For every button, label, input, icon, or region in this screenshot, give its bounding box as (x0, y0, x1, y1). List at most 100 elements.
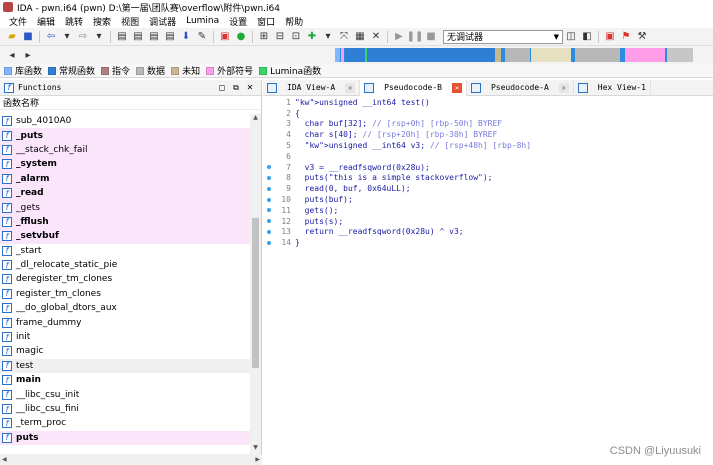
close-icon[interactable]: ✕ (243, 83, 257, 93)
jump-down-icon[interactable]: ⬇ (180, 31, 192, 43)
debugger-select[interactable]: 无调试器 ▼ (443, 29, 563, 44)
function-row[interactable]: f _term_proc (0, 416, 250, 430)
nav-right-icon[interactable]: ▸ (22, 49, 34, 61)
breakpoint-gutter[interactable] (263, 197, 275, 202)
code-line[interactable]: 14} (263, 237, 713, 248)
menu-file[interactable]: 文件 (4, 15, 32, 28)
chevron-down-icon[interactable]: ▾ (61, 31, 73, 43)
struct-icon[interactable]: ⊞ (258, 31, 270, 43)
function-row[interactable]: f _system (0, 157, 250, 172)
scroll-left-icon[interactable]: ◀ (2, 456, 7, 463)
debug-options-icon[interactable]: ◫ (565, 31, 577, 43)
function-row[interactable]: f frame_dummy (0, 315, 250, 329)
code-line[interactable]: 10 puts(buf); (263, 194, 713, 205)
scroll-up-icon[interactable]: ▲ (250, 114, 261, 124)
code-line[interactable]: 13 return __readfsqword(0x28u) ^ v3; (263, 227, 713, 238)
function-row[interactable]: f deregister_tm_clones (0, 272, 250, 286)
breakpoint-gutter[interactable] (263, 186, 275, 191)
function-row[interactable]: f register_tm_clones (0, 287, 250, 301)
attach-icon[interactable]: ▣ (604, 31, 616, 43)
stop-icon[interactable]: ■ (425, 31, 437, 43)
function-row[interactable]: f _gets (0, 200, 250, 215)
breakpoint-gutter[interactable] (263, 175, 275, 180)
text-search-icon[interactable]: ▤ (132, 31, 144, 43)
column-header-function-name[interactable]: 函数名称 (0, 96, 261, 110)
code-line[interactable]: 6 (263, 151, 713, 162)
function-row[interactable]: f test (0, 358, 250, 374)
code-line[interactable]: 8 puts("this is a simple stackoverflow")… (263, 173, 713, 184)
delete-icon[interactable]: ✕ (370, 31, 382, 43)
scroll-right-icon[interactable]: ▶ (255, 456, 260, 463)
immediate-search-icon[interactable]: ▤ (148, 31, 160, 43)
tab-pseudocode-a[interactable]: Pseudocode-A ✕ (467, 79, 574, 96)
tab-ida-view-a[interactable]: IDA View-A ✕ (263, 79, 361, 96)
open-folder-icon[interactable]: ▰ (6, 31, 18, 43)
close-icon[interactable]: ✕ (558, 82, 569, 93)
save-icon[interactable]: ■ (22, 31, 34, 43)
function-row[interactable]: f _alarm (0, 171, 250, 186)
scroll-down-icon[interactable]: ▼ (250, 444, 261, 454)
chevron-down-icon[interactable]: ▾ (322, 31, 334, 43)
function-row[interactable]: f __libc_csu_fini (0, 402, 250, 416)
breakpoint-gutter[interactable] (263, 240, 275, 245)
horizontal-scrollbar[interactable]: ◀ ▶ (0, 454, 262, 465)
function-row[interactable]: f _dl_relocate_static_pie (0, 258, 250, 272)
function-row[interactable]: f _fflush (0, 214, 250, 230)
menu-search[interactable]: 搜索 (88, 15, 116, 28)
menu-edit[interactable]: 编辑 (32, 15, 60, 28)
chevron-down-icon[interactable]: ▾ (93, 31, 105, 43)
function-row[interactable]: f _start (0, 244, 250, 258)
code-line[interactable]: 1 "kw">unsigned __int64 test() (263, 97, 713, 108)
pseudocode-view[interactable]: 1 "kw">unsigned __int64 test() 2{3 char bu… (263, 97, 713, 248)
close-icon[interactable]: ✕ (451, 82, 462, 93)
back-arrow-icon[interactable]: ⇦ (45, 31, 57, 43)
detach-icon[interactable]: ⚒ (636, 31, 648, 43)
code-line[interactable]: 5 "kw">unsigned __int64 v3; // [rsp+48h]… (263, 140, 713, 151)
code-line[interactable]: 4 char s[40]; // [rsp+20h] [rbp-30h] BYR… (263, 129, 713, 140)
search-next-icon[interactable]: ▤ (164, 31, 176, 43)
menu-view[interactable]: 视图 (116, 15, 144, 28)
tab-pseudocode-b[interactable]: Pseudocode-B ✕ (360, 79, 467, 96)
function-row[interactable]: f _puts (0, 128, 250, 143)
code-line[interactable]: 2{ (263, 108, 713, 119)
close-icon[interactable]: ✕ (345, 82, 356, 93)
nav-left-icon[interactable]: ◂ (6, 49, 18, 61)
breakpoint-gutter[interactable] (263, 165, 275, 170)
scroll-thumb[interactable] (252, 218, 259, 368)
enum-icon[interactable]: ⊟ (274, 31, 286, 43)
breakpoint-gutter[interactable] (263, 229, 275, 234)
run-green-icon[interactable]: ● (235, 31, 247, 43)
restore-icon[interactable]: ◻ (215, 83, 229, 93)
function-row[interactable]: f puts (0, 430, 250, 445)
play-icon[interactable]: ▶ (393, 31, 405, 43)
pause-icon[interactable]: ❚❚ (407, 31, 424, 43)
function-row[interactable]: f _setvbuf (0, 229, 250, 244)
forward-arrow-icon[interactable]: ⇨ (77, 31, 89, 43)
menu-jump[interactable]: 跳转 (60, 15, 88, 28)
float-icon[interactable]: ⧉ (229, 83, 243, 93)
binary-search-icon[interactable]: ▤ (116, 31, 128, 43)
function-row[interactable]: f __libc_csu_init (0, 387, 250, 401)
code-line[interactable]: 9 read(0, buf, 0x64uLL); (263, 183, 713, 194)
patch-icon[interactable]: ▦ (354, 31, 366, 43)
function-row[interactable]: f _read (0, 185, 250, 201)
process-icon[interactable]: ⚑ (620, 31, 632, 43)
breakpoint-icon[interactable]: ◧ (581, 31, 593, 43)
function-row[interactable]: f main (0, 373, 250, 387)
code-line[interactable]: 12 puts(s); (263, 216, 713, 227)
breakpoint-gutter[interactable] (263, 208, 275, 213)
code-line[interactable]: 3 char buf[32]; // [rsp+0h] [rbp-50h] BY… (263, 119, 713, 130)
menu-windows[interactable]: 窗口 (252, 15, 280, 28)
menu-help[interactable]: 帮助 (280, 15, 308, 28)
code-line[interactable]: 7 v3 = __readfsqword(0x28u); (263, 162, 713, 173)
menu-options[interactable]: 设置 (224, 15, 252, 28)
function-row[interactable]: f magic (0, 344, 250, 358)
function-row[interactable]: f __do_global_dtors_aux (0, 301, 250, 315)
function-row[interactable]: f __stack_chk_fail (0, 142, 250, 158)
breakpoint-gutter[interactable] (263, 219, 275, 224)
vertical-scrollbar[interactable]: ▲ ▼ (250, 114, 261, 454)
graph-icon[interactable]: ▣ (219, 31, 231, 43)
plugin-icon[interactable]: ✚ (306, 31, 318, 43)
xref-icon[interactable]: ⤧ (338, 31, 350, 43)
navigation-strip[interactable] (335, 48, 693, 62)
